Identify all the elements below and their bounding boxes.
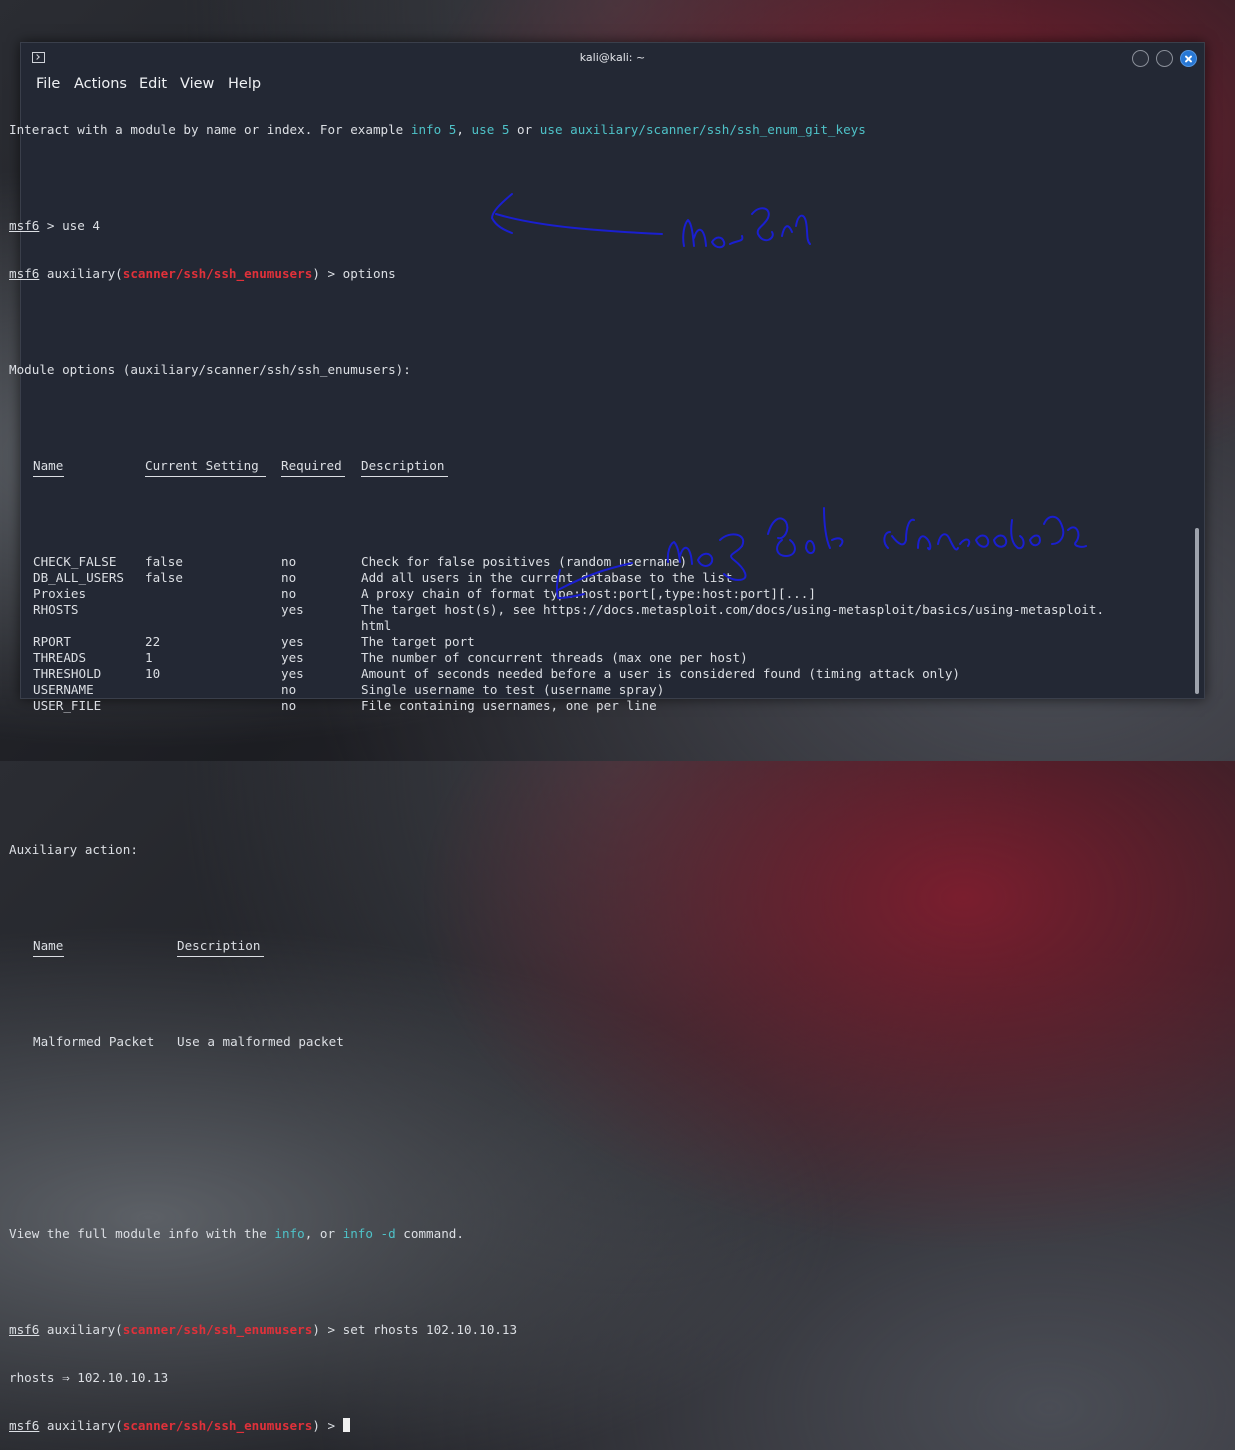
- aux-header-name: Name: [33, 938, 64, 953]
- annotation-scribble-1: [682, 207, 811, 249]
- handwritten-annotations: [491, 193, 1087, 599]
- annotation-arrow-2: [555, 562, 633, 599]
- annotation-arrow-1: [491, 193, 663, 235]
- module-name: scanner/ssh/ssh_enumusers: [122, 1418, 313, 1433]
- rhosts-result: rhosts ⇒ 102.10.10.13: [9, 1370, 169, 1385]
- aux-header: Name Description: [9, 938, 1169, 957]
- aux-header-description: Description: [177, 938, 261, 953]
- command-line-3: msf6 auxiliary(scanner/ssh/ssh_enumusers…: [9, 1322, 518, 1337]
- module-name: scanner/ssh/ssh_enumusers: [122, 1322, 313, 1337]
- current-prompt-line[interactable]: msf6 auxiliary(scanner/ssh/ssh_enumusers…: [9, 1418, 1169, 1434]
- text-cursor: [342, 1418, 350, 1432]
- aux-row: Malformed Packet Use a malformed packet: [33, 1034, 344, 1049]
- annotation-scribble-2: [666, 507, 1087, 581]
- view-info-line: View the full module info with the info,…: [9, 1226, 464, 1241]
- prompt: msf6: [9, 1418, 40, 1433]
- prompt: msf6: [9, 1322, 40, 1337]
- aux-action-title: Auxiliary action:: [9, 842, 138, 857]
- info-link: info: [274, 1226, 305, 1241]
- info-d-link: info -d: [342, 1226, 396, 1241]
